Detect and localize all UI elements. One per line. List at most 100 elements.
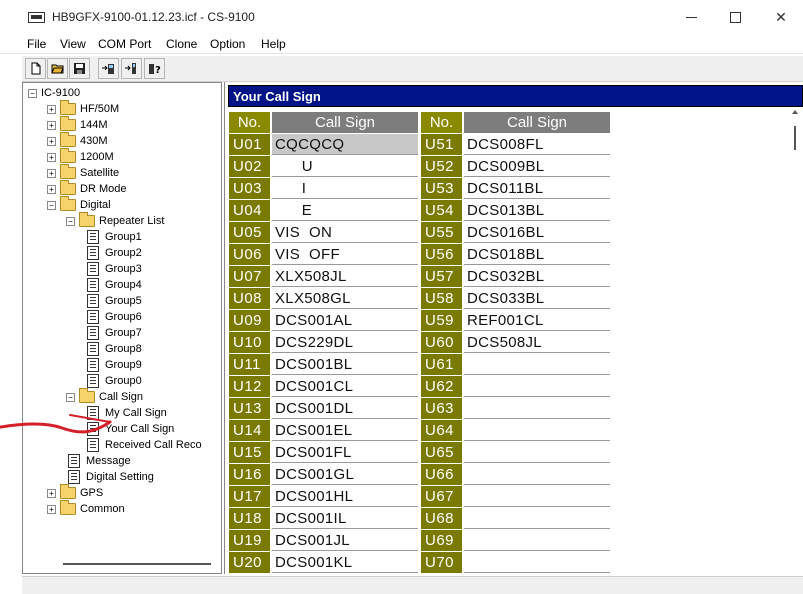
call-sign-cell[interactable] bbox=[464, 398, 610, 419]
call-sign-cell[interactable]: DCS001GL bbox=[272, 464, 418, 485]
tree-item-message[interactable]: Message bbox=[68, 453, 131, 469]
call-sign-cell[interactable]: DCS001KL bbox=[272, 552, 418, 573]
tree-item-hf-50m[interactable]: + HF/50M bbox=[47, 100, 119, 117]
tree-item-digital[interactable]: − Digital bbox=[47, 196, 111, 213]
expand-icon[interactable]: + bbox=[47, 120, 56, 130]
collapse-icon[interactable]: − bbox=[47, 200, 56, 210]
tree-item-call-sign[interactable]: − Call Sign bbox=[66, 388, 143, 405]
expand-icon[interactable]: + bbox=[47, 152, 56, 162]
call-sign-cell[interactable] bbox=[464, 530, 610, 551]
call-sign-cell[interactable]: DCS001HL bbox=[272, 486, 418, 507]
row-number: U06 bbox=[229, 244, 270, 265]
tree-item-group1[interactable]: Group1 bbox=[87, 229, 142, 245]
read-from-radio-button[interactable] bbox=[98, 58, 119, 79]
call-sign-cell[interactable]: DCS011BL bbox=[464, 178, 610, 199]
menu-file[interactable]: File bbox=[27, 37, 46, 51]
collapse-icon[interactable]: − bbox=[28, 88, 37, 98]
call-sign-cell[interactable] bbox=[464, 420, 610, 441]
call-sign-cell[interactable]: XLX508JL bbox=[272, 266, 418, 287]
call-sign-cell[interactable] bbox=[464, 552, 610, 573]
tree-item-group9[interactable]: Group9 bbox=[87, 357, 142, 373]
tree-view[interactable]: − IC-9100 + HF/50M +144M +430M +1200M + Satell… bbox=[22, 82, 222, 574]
call-sign-cell[interactable]: DCS018BL bbox=[464, 244, 610, 265]
call-sign-cell[interactable]: DCS008FL bbox=[464, 134, 610, 155]
call-sign-cell[interactable]: DCS001FL bbox=[272, 442, 418, 463]
radio-info-button[interactable]: ? bbox=[144, 58, 165, 79]
tree-item-group4[interactable]: Group4 bbox=[87, 277, 142, 293]
menu-help[interactable]: Help bbox=[261, 37, 286, 51]
tree-item-1200m[interactable]: +1200M bbox=[47, 148, 114, 165]
call-sign-cell[interactable]: DCS009BL bbox=[464, 156, 610, 177]
menu-view[interactable]: View bbox=[60, 37, 86, 51]
row-number: U67 bbox=[421, 486, 462, 507]
call-sign-cell[interactable]: DCS001EL bbox=[272, 420, 418, 441]
menu-clone[interactable]: Clone bbox=[166, 37, 197, 51]
write-to-radio-button[interactable] bbox=[121, 58, 142, 79]
call-sign-cell[interactable]: DCS016BL bbox=[464, 222, 610, 243]
call-sign-cell[interactable]: DCS001JL bbox=[272, 530, 418, 551]
tree-item-144m[interactable]: +144M bbox=[47, 116, 108, 133]
call-sign-cell[interactable] bbox=[464, 376, 610, 397]
save-button[interactable] bbox=[69, 58, 90, 79]
call-sign-cell[interactable]: DCS229DL bbox=[272, 332, 418, 353]
tree-item-group5[interactable]: Group5 bbox=[87, 293, 142, 309]
call-sign-cell[interactable]: DCS001CL bbox=[272, 376, 418, 397]
call-sign-cell[interactable]: DCS001BL bbox=[272, 354, 418, 375]
tree-item-group8[interactable]: Group8 bbox=[87, 341, 142, 357]
call-sign-cell[interactable]: DCS001IL bbox=[272, 508, 418, 529]
collapse-icon[interactable]: − bbox=[66, 216, 75, 226]
call-sign-cell[interactable] bbox=[464, 442, 610, 463]
tree-item-satellite[interactable]: + Satellite bbox=[47, 164, 119, 181]
maximize-button[interactable] bbox=[723, 6, 747, 28]
expand-icon[interactable]: + bbox=[47, 168, 56, 178]
tree-item-group3[interactable]: Group3 bbox=[87, 261, 142, 277]
scroll-thumb[interactable] bbox=[794, 126, 796, 150]
minimize-button[interactable] bbox=[679, 6, 703, 28]
call-sign-cell[interactable]: DCS001DL bbox=[272, 398, 418, 419]
tree-item-digital-setting[interactable]: Digital Setting bbox=[68, 469, 154, 485]
call-sign-cell[interactable] bbox=[464, 508, 610, 529]
new-file-button[interactable] bbox=[25, 58, 46, 79]
tree-item-label: Group6 bbox=[105, 311, 142, 323]
call-sign-cell[interactable] bbox=[464, 486, 610, 507]
call-sign-cell[interactable]: E bbox=[272, 200, 418, 221]
tree-root[interactable]: − IC-9100 bbox=[28, 85, 80, 101]
open-file-button[interactable] bbox=[47, 58, 68, 79]
call-sign-cell[interactable]: DCS032BL bbox=[464, 266, 610, 287]
tree-item-dr-mode[interactable]: + DR Mode bbox=[47, 180, 126, 197]
tree-item-common[interactable]: + Common bbox=[47, 500, 125, 517]
call-sign-cell[interactable]: DCS033BL bbox=[464, 288, 610, 309]
menu-option[interactable]: Option bbox=[210, 37, 245, 51]
expand-icon[interactable]: + bbox=[47, 136, 56, 146]
call-sign-cell[interactable]: REF001CL bbox=[464, 310, 610, 331]
call-sign-cell[interactable]: DCS508JL bbox=[464, 332, 610, 353]
expand-icon[interactable]: + bbox=[47, 104, 56, 114]
call-sign-cell[interactable] bbox=[464, 464, 610, 485]
close-button[interactable]: ✕ bbox=[769, 6, 793, 28]
expand-icon[interactable]: + bbox=[47, 488, 56, 498]
scroll-up-icon[interactable] bbox=[792, 110, 798, 114]
tree-item-group7[interactable]: Group7 bbox=[87, 325, 142, 341]
call-sign-cell[interactable]: I bbox=[272, 178, 418, 199]
vertical-scrollbar[interactable] bbox=[788, 108, 803, 574]
tree-horizontal-scrollbar[interactable] bbox=[63, 563, 211, 565]
call-sign-cell[interactable]: DCS001AL bbox=[272, 310, 418, 331]
tree-item-gps[interactable]: + GPS bbox=[47, 484, 103, 501]
tree-item-group6[interactable]: Group6 bbox=[87, 309, 142, 325]
call-sign-cell[interactable]: U bbox=[272, 156, 418, 177]
read-from-radio-icon bbox=[102, 64, 114, 74]
call-sign-cell[interactable] bbox=[464, 354, 610, 375]
call-sign-cell[interactable]: DCS013BL bbox=[464, 200, 610, 221]
tree-item-repeater-list[interactable]: − Repeater List bbox=[66, 212, 164, 229]
collapse-icon[interactable]: − bbox=[66, 392, 75, 402]
expand-icon[interactable]: + bbox=[47, 184, 56, 194]
call-sign-cell[interactable]: CQCQCQ bbox=[272, 134, 418, 155]
call-sign-cell[interactable]: VIS ON bbox=[272, 222, 418, 243]
tree-item-group2[interactable]: Group2 bbox=[87, 245, 142, 261]
call-sign-cell[interactable]: XLX508GL bbox=[272, 288, 418, 309]
tree-item-430m[interactable]: +430M bbox=[47, 132, 108, 149]
menu-com-port[interactable]: COM Port bbox=[98, 37, 151, 51]
expand-icon[interactable]: + bbox=[47, 504, 56, 514]
tree-item-group0[interactable]: Group0 bbox=[87, 373, 142, 389]
call-sign-cell[interactable]: VIS OFF bbox=[272, 244, 418, 265]
